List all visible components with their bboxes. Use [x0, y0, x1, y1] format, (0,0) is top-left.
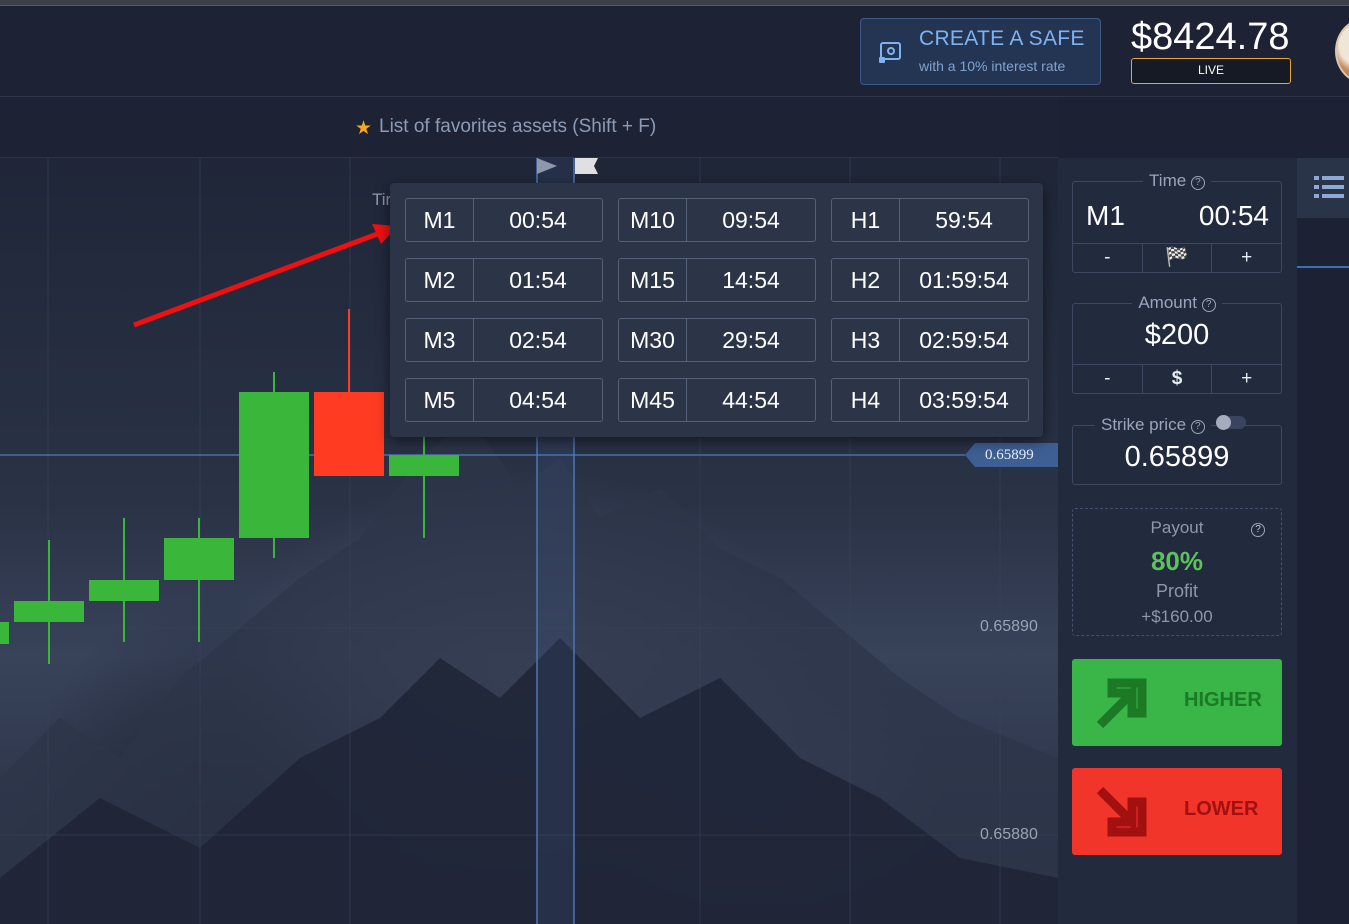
create-safe-button[interactable]: CREATE A SAFE with a 10% interest rate	[860, 18, 1101, 85]
option-code: H1	[832, 199, 900, 241]
arrow-up-right-icon	[1096, 678, 1147, 729]
favorites-label[interactable]: List of favorites assets (Shift + F)	[379, 116, 656, 138]
edge-accent-line	[1297, 266, 1349, 268]
candle-bull	[389, 455, 459, 476]
amount-input[interactable]: $200	[1073, 319, 1281, 352]
candle-bull	[164, 538, 234, 580]
expiration-option[interactable]: H3 02:59:54	[831, 318, 1029, 362]
expiration-option[interactable]: M30 29:54	[618, 318, 816, 362]
higher-label: HIGHER	[1184, 689, 1262, 711]
profit-label: Profit	[1155, 581, 1198, 601]
safe-icon	[879, 42, 901, 63]
option-code: M1	[406, 199, 474, 241]
expiration-option[interactable]: M45 44:54	[618, 378, 816, 422]
time-label-partial: Tir	[372, 190, 392, 209]
option-time: 09:54	[722, 207, 780, 233]
avatar[interactable]	[1335, 18, 1349, 84]
arrow-down-right-icon	[1096, 786, 1147, 837]
expiration-option[interactable]: M2 01:54	[405, 258, 603, 302]
finish-flag-icon	[575, 158, 598, 174]
price-level-label: 0.65880	[980, 826, 1038, 843]
payout-label: Payout	[1150, 518, 1204, 537]
option-code: M5	[406, 379, 474, 421]
time-label: Time	[1149, 171, 1187, 190]
strike-price-label: Strike price	[1101, 415, 1187, 434]
amount-label: Amount	[1138, 293, 1197, 312]
option-code: M3	[406, 319, 474, 361]
toggle-knob	[1215, 415, 1231, 430]
higher-button[interactable]: HIGHER	[1072, 659, 1282, 746]
question-icon[interactable]: ?	[1190, 420, 1205, 434]
header: CREATE A SAFE with a 10% interest rate $…	[0, 6, 1349, 97]
option-time: 04:54	[509, 387, 567, 413]
candle-bull	[89, 580, 159, 601]
lower-label: LOWER	[1184, 798, 1259, 820]
option-time: 14:54	[722, 267, 780, 293]
trades-list-button[interactable]	[1297, 158, 1349, 218]
lower-button[interactable]: LOWER	[1072, 768, 1282, 855]
option-code: H2	[832, 259, 900, 301]
account-balance: $8424.78	[1131, 16, 1290, 58]
option-code: M45	[619, 379, 687, 421]
time-value[interactable]: 00:54	[1199, 200, 1269, 232]
safe-subtitle: with a 10% interest rate	[919, 58, 1066, 74]
star-icon[interactable]: ★	[355, 117, 372, 140]
expiration-option[interactable]: M10 09:54	[618, 198, 816, 242]
favorites-bar: ★ List of favorites assets (Shift + F)	[0, 97, 1058, 158]
price-level-label: 0.65890	[980, 618, 1038, 635]
candle-bull	[0, 622, 9, 644]
option-time: 01:54	[509, 267, 567, 293]
option-time: 44:54	[722, 387, 780, 413]
candle-bull	[239, 392, 309, 538]
expiration-time-dropdown: M1 00:54 M10 09:54 H1 59:54 M2 01:54 M15…	[390, 183, 1043, 437]
safe-title: CREATE A SAFE	[919, 27, 1085, 50]
option-code: M30	[619, 319, 687, 361]
right-edge-panel	[1297, 158, 1349, 924]
option-time: 59:54	[935, 207, 993, 233]
candle-bull	[14, 601, 84, 622]
payout-box: Payout ? 80% Profit +$160.00	[1072, 508, 1282, 636]
option-time: 02:59:54	[919, 327, 1009, 353]
expiration-option[interactable]: M3 02:54	[405, 318, 603, 362]
option-code: H3	[832, 319, 900, 361]
question-icon[interactable]: ?	[1201, 298, 1216, 312]
strike-price-toggle[interactable]	[1215, 415, 1246, 430]
strike-price-box: Strike price ? 0.65899	[1072, 415, 1282, 485]
time-selector: Time ? M1 00:54 - 🏁 +	[1072, 171, 1282, 273]
option-code: M15	[619, 259, 687, 301]
expiration-option[interactable]: M1 00:54	[405, 198, 603, 242]
candle-bear	[314, 392, 384, 476]
option-time: 02:54	[509, 327, 567, 353]
annotation-arrow	[133, 230, 381, 328]
option-code: M2	[406, 259, 474, 301]
flag-icon[interactable]: 🏁	[1141, 244, 1212, 272]
expiration-option[interactable]: H1 59:54	[831, 198, 1029, 242]
question-icon[interactable]: ?	[1190, 176, 1205, 190]
option-time: 29:54	[722, 327, 780, 353]
profit-value: +$160.00	[1141, 607, 1213, 626]
option-code: M10	[619, 199, 687, 241]
time-mode[interactable]: M1	[1086, 200, 1125, 232]
expiration-option[interactable]: M5 04:54	[405, 378, 603, 422]
currency-button[interactable]: $	[1141, 365, 1212, 393]
amount-decrease-button[interactable]: -	[1073, 365, 1142, 393]
strike-price-value[interactable]: 0.65899	[1073, 441, 1281, 474]
expiration-option[interactable]: H4 03:59:54	[831, 378, 1029, 422]
payout-percent: 80%	[1150, 546, 1204, 576]
time-decrease-button[interactable]: -	[1073, 244, 1142, 272]
amount-selector: Amount ? $200 - $ +	[1072, 293, 1282, 394]
option-time: 01:59:54	[919, 267, 1009, 293]
time-increase-button[interactable]: +	[1211, 244, 1281, 272]
expiration-option[interactable]: H2 01:59:54	[831, 258, 1029, 302]
amount-increase-button[interactable]: +	[1211, 365, 1281, 393]
account-mode-badge[interactable]: LIVE	[1131, 58, 1291, 84]
option-time: 03:59:54	[919, 387, 1009, 413]
option-time: 00:54	[509, 207, 567, 233]
price-tag-label: 0.65899	[985, 447, 1034, 463]
list-icon	[1314, 176, 1344, 198]
option-code: H4	[832, 379, 900, 421]
expiration-option[interactable]: M15 14:54	[618, 258, 816, 302]
question-icon[interactable]: ?	[1251, 523, 1265, 537]
